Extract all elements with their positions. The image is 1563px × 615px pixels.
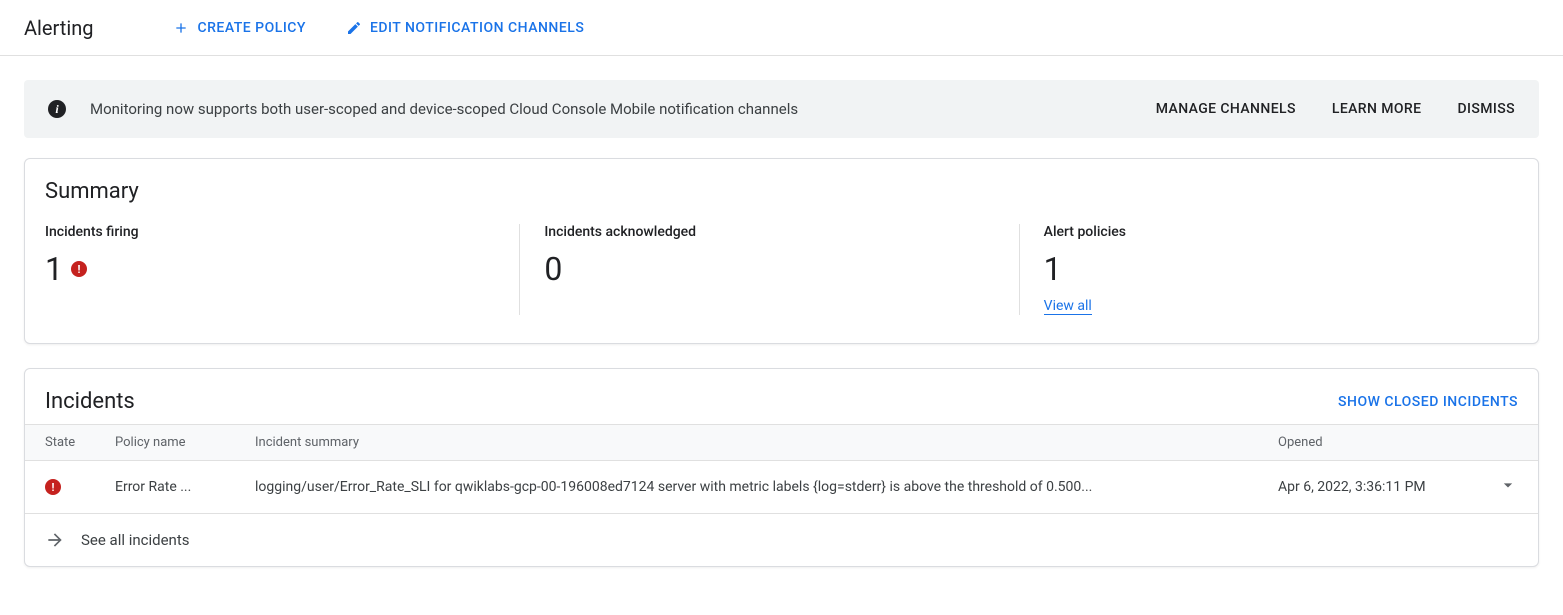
summary-row: Incidents firing 1 ! Incidents acknowled… [25, 214, 1538, 343]
row-expand[interactable] [1478, 475, 1518, 499]
row-summary: logging/user/Error_Rate_SLI for qwiklabs… [255, 479, 1278, 495]
col-summary-header: Incident summary [255, 435, 1278, 450]
alert-policies-label: Alert policies [1044, 224, 1518, 240]
plus-icon [173, 20, 189, 36]
edit-channels-label: EDIT NOTIFICATION CHANNELS [370, 20, 584, 36]
view-all-link[interactable]: View all [1044, 298, 1092, 315]
edit-channels-button[interactable]: EDIT NOTIFICATION CHANNELS [346, 20, 584, 36]
alert-policies-value: 1 [1044, 250, 1518, 288]
summary-card: Summary Incidents firing 1 ! Incidents a… [24, 158, 1539, 344]
col-opened-header: Opened [1278, 435, 1478, 450]
alert-policies-col: Alert policies 1 View all [1019, 224, 1518, 315]
toolbar: Alerting CREATE POLICY EDIT NOTIFICATION… [0, 0, 1563, 56]
row-policy: Error Rate ... [115, 479, 255, 495]
arrow-right-icon [45, 530, 65, 550]
incidents-header: Incidents SHOW CLOSED INCIDENTS [25, 369, 1538, 424]
incidents-firing-col: Incidents firing 1 ! [45, 224, 519, 315]
content-area: i Monitoring now supports both user-scop… [0, 56, 1563, 615]
learn-more-button[interactable]: LEARN MORE [1332, 101, 1422, 117]
pencil-icon [346, 20, 362, 36]
summary-title: Summary [25, 159, 1538, 214]
incidents-table-header: State Policy name Incident summary Opene… [25, 424, 1538, 461]
firing-count: 1 [45, 250, 63, 288]
chevron-down-icon [1498, 475, 1518, 495]
banner-actions: MANAGE CHANNELS LEARN MORE DISMISS [1156, 101, 1515, 117]
col-policy-header: Policy name [115, 435, 255, 450]
col-expand-header [1478, 435, 1518, 450]
row-opened: Apr 6, 2022, 3:36:11 PM [1278, 479, 1478, 495]
page-title: Alerting [24, 16, 93, 40]
incidents-ack-col: Incidents acknowledged 0 [519, 224, 1018, 315]
incidents-ack-value: 0 [544, 250, 1018, 288]
see-all-incidents-link[interactable]: See all incidents [25, 514, 1538, 566]
alert-icon: ! [45, 479, 61, 495]
incidents-firing-label: Incidents firing [45, 224, 519, 240]
col-state-header: State [45, 435, 115, 450]
show-closed-button[interactable]: SHOW CLOSED INCIDENTS [1338, 394, 1518, 410]
table-row[interactable]: ! Error Rate ... logging/user/Error_Rate… [25, 461, 1538, 514]
row-state: ! [45, 479, 115, 496]
alert-icon: ! [71, 261, 87, 277]
dismiss-button[interactable]: DISMISS [1457, 101, 1515, 117]
info-banner: i Monitoring now supports both user-scop… [24, 80, 1539, 138]
incidents-title: Incidents [45, 389, 135, 414]
see-all-label: See all incidents [81, 531, 190, 549]
incidents-ack-label: Incidents acknowledged [544, 224, 1018, 240]
create-policy-button[interactable]: CREATE POLICY [173, 20, 306, 36]
banner-message: Monitoring now supports both user-scoped… [90, 100, 1156, 118]
incidents-firing-value: 1 ! [45, 250, 519, 288]
manage-channels-button[interactable]: MANAGE CHANNELS [1156, 101, 1296, 117]
incidents-card: Incidents SHOW CLOSED INCIDENTS State Po… [24, 368, 1539, 567]
create-policy-label: CREATE POLICY [197, 20, 306, 36]
info-icon: i [48, 100, 66, 118]
